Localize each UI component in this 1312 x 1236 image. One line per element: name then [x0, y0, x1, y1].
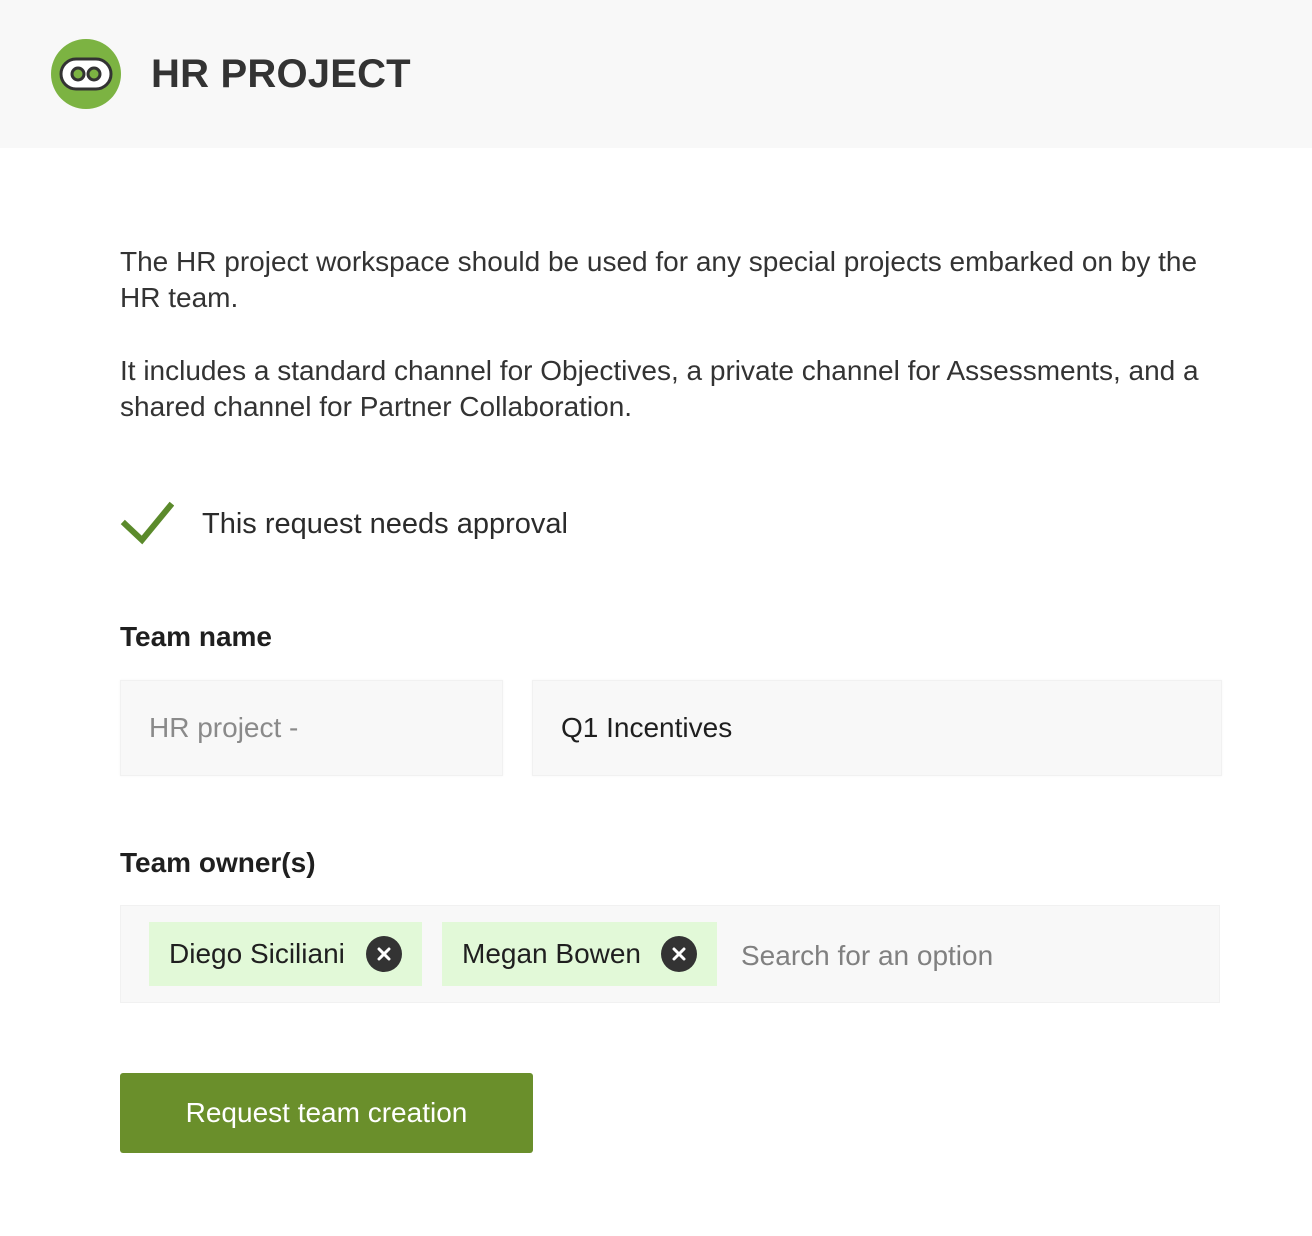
owner-search-input[interactable]	[741, 936, 1201, 976]
close-circle-icon[interactable]	[661, 936, 697, 972]
owner-chip-label: Megan Bowen	[462, 938, 642, 969]
team-name-prefix: HR project -	[149, 712, 299, 743]
owner-chip-label: Diego Siciliani	[169, 938, 345, 969]
team-owners-label: Team owner(s)	[120, 847, 316, 878]
request-team-creation-button[interactable]: Request team creation	[120, 1073, 533, 1153]
owner-chip: Megan Bowen	[442, 922, 717, 986]
team-name-value[interactable]: Q1 Incentives	[561, 711, 732, 745]
team-owners-picker[interactable]: Diego Siciliani Megan Bowen	[120, 905, 1220, 1003]
team-name-label: Team name	[120, 621, 272, 652]
approval-notice: This request needs approval	[120, 500, 568, 548]
owner-chip: Diego Siciliani	[149, 922, 422, 986]
description-paragraph-2: It includes a standard channel for Objec…	[120, 355, 1199, 422]
team-name-input[interactable]: Q1 Incentives	[532, 680, 1222, 776]
page-header: HR PROJECT	[0, 0, 1312, 148]
approval-text: This request needs approval	[202, 507, 568, 540]
teams-bot-icon	[51, 39, 121, 109]
page-title: HR PROJECT	[151, 52, 411, 96]
close-circle-icon[interactable]	[366, 936, 402, 972]
checkmark-icon	[120, 500, 175, 548]
team-name-prefix-field: HR project -	[120, 680, 503, 776]
description-paragraph-1: The HR project workspace should be used …	[120, 246, 1198, 313]
